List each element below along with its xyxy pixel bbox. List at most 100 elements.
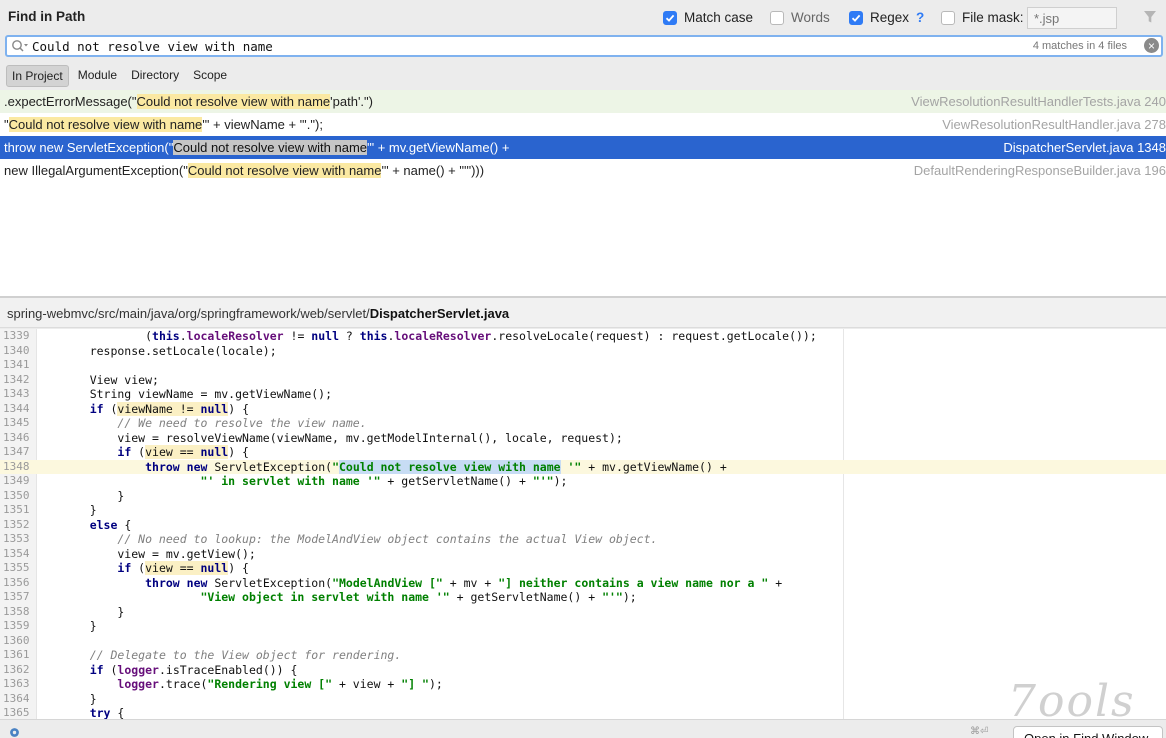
line-number: 1352 [3, 517, 30, 531]
line-number: 1358 [3, 604, 30, 618]
file-path-name: DispatcherServlet.java [369, 306, 510, 321]
line-number: 1362 [3, 662, 30, 676]
tab-module[interactable]: Module [73, 65, 122, 87]
line-number: 1359 [3, 619, 30, 632]
result-suffix: '" + name() + "'"))) [381, 163, 485, 178]
result-row[interactable]: " Could not resolve view with name '" + v… [0, 113, 1166, 136]
code-text: // Delegate to the View object for rende… [89, 648, 402, 662]
result-suffix: '" + mv.getViewName() + [367, 140, 510, 155]
code-text: } [62, 488, 125, 503]
file-mask-input[interactable] [1027, 7, 1117, 29]
tab-in-project[interactable]: In Project [6, 65, 69, 87]
clear-search-icon[interactable]: × [1144, 38, 1159, 53]
match-count: 4 matches in 4 files [1032, 40, 1127, 52]
code-text: "View object in servlet with name '" + g… [200, 590, 637, 604]
tab-scope[interactable]: Scope [188, 65, 232, 87]
code-line: 1357 "View object in servlet with name '… [0, 590, 1166, 605]
open-in-find-window-button[interactable]: Open in Find Window [1013, 726, 1163, 738]
file-path: spring-webmvc/src/main/java/org/springfr… [7, 306, 509, 321]
line-number: 1346 [3, 430, 30, 444]
code-text: if (view == null) { [117, 445, 249, 459]
result-match: Could not resolve view with name [8, 117, 203, 132]
line-number: 1344 [3, 401, 30, 415]
result-file: ViewResolutionResultHandler.java 278 [942, 117, 1166, 132]
words-checkbox[interactable]: Words [770, 10, 830, 25]
code-line: 1354 view = mv.getView(); [0, 547, 1166, 562]
code-line: 1362 if (logger.isTraceEnabled()) { [0, 663, 1166, 678]
line-number: 1342 [3, 372, 30, 386]
code-line: 1352 else { [0, 518, 1166, 533]
line-number: 1350 [3, 488, 30, 502]
search-field[interactable]: Could not resolve view with name 4 match… [5, 35, 1163, 57]
line-number: 1345 [3, 416, 30, 429]
result-prefix: " [4, 117, 9, 132]
line-number: 1351 [3, 503, 30, 516]
code-text: logger.trace("Rendering view [" + view +… [117, 677, 443, 691]
regex-checkbox[interactable]: Regex ? [849, 10, 924, 25]
code-text: try { [89, 706, 125, 719]
checkbox-checked-icon [849, 10, 863, 25]
tab-directory[interactable]: Directory [126, 65, 184, 87]
file-path-dir: spring-webmvc/src/main/java/org/springfr… [7, 306, 370, 321]
result-file: DispatcherServlet.java 1348 [1003, 140, 1166, 155]
result-row-selected[interactable]: throw new ServletException(" Could not re… [0, 136, 1166, 159]
code-text: if (view == null) { [117, 561, 249, 575]
code-line: 1346 view = resolveViewName(viewName, mv… [0, 431, 1166, 446]
result-file: ViewResolutionResultHandlerTests.java 24… [911, 94, 1166, 109]
search-history-icon[interactable] [11, 39, 29, 56]
words-label: Words [791, 10, 830, 25]
line-number: 1364 [3, 691, 30, 705]
code-line: 1350 } [0, 489, 1166, 504]
code-text: } [62, 691, 97, 706]
line-number: 1349 [3, 474, 30, 487]
code-text: (this.localeResolver != null ? this.loca… [62, 329, 817, 343]
code-line: 1341 [0, 358, 1166, 373]
code-line: 1364 } [0, 692, 1166, 707]
file-mask-checkbox[interactable]: File mask: [941, 10, 1024, 25]
line-number: 1340 [3, 343, 30, 357]
code-preview[interactable]: 1339 (this.localeResolver != null ? this… [0, 329, 1166, 719]
code-line: 1359 } [0, 619, 1166, 634]
code-text: // We need to resolve the view name. [117, 416, 367, 430]
code-text: throw new ServletException("Could not re… [145, 459, 727, 474]
regex-help-link[interactable]: ? [916, 10, 924, 25]
find-header: Find in Path Match case Words Regex ? Fi… [0, 0, 1166, 34]
line-number: 1357 [3, 590, 30, 603]
line-number: 1363 [3, 677, 30, 690]
file-mask-label: File mask: [962, 10, 1024, 25]
line-number: 1365 [3, 706, 30, 719]
result-prefix: new IllegalArgumentException(" [4, 163, 188, 178]
code-line: 1342 View view; [0, 373, 1166, 388]
result-row[interactable]: new IllegalArgumentException(" Could not … [0, 159, 1166, 182]
filter-icon[interactable] [1143, 10, 1157, 27]
code-line: 1361 // Delegate to the View object for … [0, 648, 1166, 663]
code-line: 1343 String viewName = mv.getViewName(); [0, 387, 1166, 402]
code-line: 1355 if (view == null) { [0, 561, 1166, 576]
file-path-bar: spring-webmvc/src/main/java/org/springfr… [0, 298, 1166, 328]
result-row[interactable]: .expectErrorMessage(" Could not resolve v… [0, 90, 1166, 113]
result-prefix: .expectErrorMessage(" [4, 94, 137, 109]
result-suffix: '" + viewName + "'."); [202, 117, 323, 132]
code-line: 1339 (this.localeResolver != null ? this… [0, 329, 1166, 344]
checkbox-unchecked-icon [770, 10, 784, 25]
code-text: String viewName = mv.getViewName(); [62, 387, 333, 401]
code-text: } [62, 619, 97, 633]
match-case-label: Match case [684, 10, 754, 25]
result-match: Could not resolve view with name [136, 94, 331, 109]
line-number: 1339 [3, 329, 30, 342]
line-number: 1354 [3, 546, 30, 560]
result-match: Could not resolve view with name [187, 163, 382, 178]
line-number: 1353 [3, 532, 30, 545]
line-number: 1356 [3, 575, 30, 589]
match-case-checkbox[interactable]: Match case [663, 10, 753, 25]
code-text: view = mv.getView(); [62, 546, 256, 561]
line-number: 1341 [3, 358, 30, 371]
code-text: if (viewName != null) { [89, 401, 249, 416]
line-number: 1343 [3, 387, 30, 400]
code-text: if (logger.isTraceEnabled()) { [89, 662, 298, 677]
dialog-title: Find in Path [8, 9, 86, 24]
gear-icon[interactable] [8, 726, 21, 738]
search-input[interactable]: Could not resolve view with name [32, 39, 273, 54]
code-text: View view; [62, 372, 159, 387]
line-number: 1360 [3, 633, 30, 647]
